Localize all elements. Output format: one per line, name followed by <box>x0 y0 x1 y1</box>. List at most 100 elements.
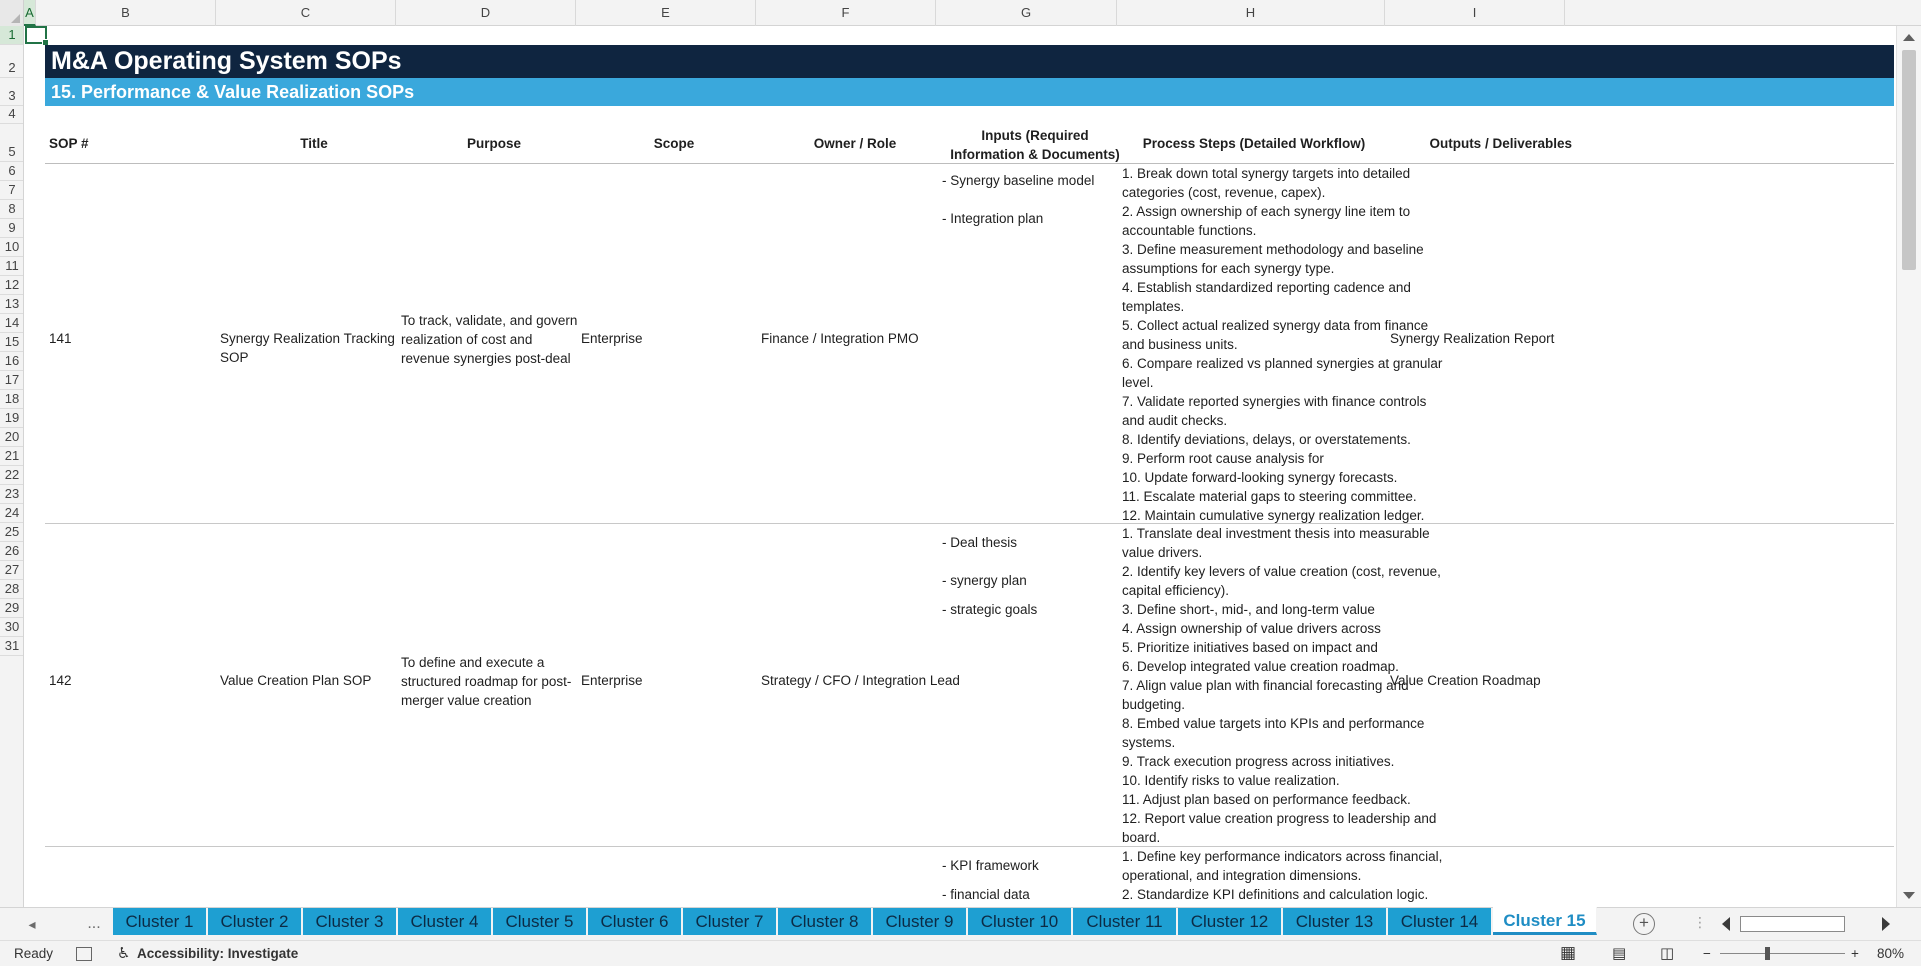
row-header-23[interactable]: 23 <box>0 485 23 504</box>
tab-splitter-icon[interactable]: ⋮ <box>1693 914 1707 931</box>
process-step: 9. Perform root cause analysis for <box>1122 451 1324 466</box>
zoom-slider-thumb[interactable] <box>1765 947 1770 960</box>
sop-owner: Finance / Integration PMO <box>761 331 919 346</box>
sheet-tab-cluster-3[interactable]: Cluster 3 <box>303 908 397 935</box>
row-header-9[interactable]: 9 <box>0 219 23 238</box>
header-sop-number: SOP # <box>49 136 89 151</box>
status-ready: Ready <box>14 946 54 961</box>
row-header-12[interactable]: 12 <box>0 276 23 295</box>
row-header-15[interactable]: 15 <box>0 333 23 352</box>
row-header-16[interactable]: 16 <box>0 352 23 371</box>
row-header-bar: 1 2 3 4 5 6 7 8 9 10 11 12 13 14 15 16 17 18 19 20 21 22 23 24 2… <box>0 26 24 907</box>
row-header-3[interactable]: 3 <box>0 78 23 106</box>
row-header-27[interactable]: 27 <box>0 561 23 580</box>
row-header-2[interactable]: 2 <box>0 45 23 78</box>
row-header-8[interactable]: 8 <box>0 200 23 219</box>
row-header-14[interactable]: 14 <box>0 314 23 333</box>
scroll-down-arrow-icon[interactable] <box>1903 892 1915 899</box>
sheet-title: M&A Operating System SOPs <box>45 45 1894 78</box>
process-step: 2. Assign ownership of each synergy line… <box>1122 204 1411 238</box>
page-break-view-icon[interactable]: ◫ <box>1660 944 1674 962</box>
sheet-tab-cluster-4[interactable]: Cluster 4 <box>398 908 492 935</box>
row-header-19[interactable]: 19 <box>0 409 23 428</box>
row-header-5[interactable]: 5 <box>0 124 23 162</box>
sheet-tab-cluster-13[interactable]: Cluster 13 <box>1283 908 1387 935</box>
add-sheet-button[interactable]: + <box>1633 913 1655 935</box>
sheet-tab-cluster-10[interactable]: Cluster 10 <box>968 908 1072 935</box>
horizontal-scrollbar[interactable] <box>1716 913 1896 935</box>
column-header-c[interactable]: C <box>216 0 396 26</box>
zoom-in-button[interactable]: + <box>1851 946 1859 961</box>
zoom-out-button[interactable]: − <box>1703 946 1711 961</box>
sheet-tab-cluster-6[interactable]: Cluster 6 <box>588 908 682 935</box>
process-step: 6. Compare realized vs planned synergies… <box>1122 356 1443 390</box>
row-header-30[interactable]: 30 <box>0 618 23 637</box>
column-header-h[interactable]: H <box>1117 0 1385 26</box>
row-header-18[interactable]: 18 <box>0 390 23 409</box>
sheet-tab-cluster-1[interactable]: Cluster 1 <box>113 908 207 935</box>
sop-purpose: To track, validate, and govern realizati… <box>401 313 578 366</box>
row-header-21[interactable]: 21 <box>0 447 23 466</box>
process-step: 12. Report value creation progress to le… <box>1122 811 1437 845</box>
sheet-tab-cluster-15[interactable]: Cluster 15 <box>1493 907 1597 935</box>
worksheet-grid[interactable]: M&A Operating System SOPs 15. Performanc… <box>25 26 1896 907</box>
header-owner: Owner / Role <box>813 136 897 151</box>
sheet-tab-cluster-5[interactable]: Cluster 5 <box>493 908 587 935</box>
row-header-1[interactable]: 1 <box>0 26 23 45</box>
column-header-e[interactable]: E <box>576 0 756 26</box>
row-header-20[interactable]: 20 <box>0 428 23 447</box>
sheet-tab-cluster-9[interactable]: Cluster 9 <box>873 908 967 935</box>
sheet-tab-cluster-8[interactable]: Cluster 8 <box>778 908 872 935</box>
accessibility-status[interactable]: Accessibility: Investigate <box>137 946 298 961</box>
row-header-28[interactable]: 28 <box>0 580 23 599</box>
section-subtitle: 15. Performance & Value Realization SOPs <box>45 78 1894 106</box>
row-header-10[interactable]: 10 <box>0 238 23 257</box>
scroll-right-arrow-icon[interactable] <box>1882 917 1890 931</box>
process-step: 2. Standardize KPI definitions and calcu… <box>1122 887 1429 902</box>
row-header-4[interactable]: 4 <box>0 106 23 124</box>
accessibility-icon[interactable]: ♿ <box>117 944 130 962</box>
header-purpose: Purpose <box>466 136 521 151</box>
row-header-6[interactable]: 6 <box>0 162 23 181</box>
sheet-tab-cluster-2[interactable]: Cluster 2 <box>208 908 302 935</box>
sop-input: - strategic goals <box>942 602 1038 617</box>
row-header-17[interactable]: 17 <box>0 371 23 390</box>
status-bar: Ready ♿ Accessibility: Investigate ▦ ▤ ◫… <box>0 940 1921 966</box>
row-header-25[interactable]: 25 <box>0 523 23 542</box>
horizontal-scroll-thumb[interactable] <box>1740 916 1845 932</box>
page-layout-view-icon[interactable]: ▤ <box>1612 944 1626 962</box>
column-header-f[interactable]: F <box>756 0 936 26</box>
select-all-button[interactable] <box>0 0 24 26</box>
row-header-24[interactable]: 24 <box>0 504 23 523</box>
column-header-b[interactable]: B <box>36 0 216 26</box>
sheet-tab-cluster-14[interactable]: Cluster 14 <box>1388 908 1492 935</box>
row-header-22[interactable]: 22 <box>0 466 23 485</box>
active-cell-a1[interactable] <box>25 26 49 46</box>
vertical-scroll-thumb[interactable] <box>1902 50 1916 270</box>
row-header-31[interactable]: 31 <box>0 637 23 656</box>
vertical-scrollbar[interactable] <box>1896 26 1921 907</box>
sheet-tab-cluster-12[interactable]: Cluster 12 <box>1178 908 1282 935</box>
tab-scroll-left-icon[interactable]: ◂ <box>22 914 42 934</box>
macro-recording-icon[interactable] <box>76 947 92 961</box>
header-title: Title <box>300 136 328 151</box>
sheet-tab-cluster-7[interactable]: Cluster 7 <box>683 908 777 935</box>
normal-view-icon[interactable]: ▦ <box>1560 943 1576 963</box>
sop-outputs: Value Creation Roadmap <box>1390 673 1541 688</box>
row-header-13[interactable]: 13 <box>0 295 23 314</box>
scroll-left-arrow-icon[interactable] <box>1722 917 1730 931</box>
column-header-i[interactable]: I <box>1385 0 1565 26</box>
zoom-level[interactable]: 80% <box>1877 946 1904 961</box>
row-header-26[interactable]: 26 <box>0 542 23 561</box>
row-header-7[interactable]: 7 <box>0 181 23 200</box>
zoom-slider[interactable] <box>1720 953 1845 954</box>
column-header-d[interactable]: D <box>396 0 576 26</box>
process-step: 11. Adjust plan based on performance fee… <box>1122 792 1411 807</box>
row-header-29[interactable]: 29 <box>0 599 23 618</box>
tab-overflow-button[interactable]: ... <box>84 914 104 934</box>
column-header-a[interactable]: A <box>24 0 36 26</box>
scroll-up-arrow-icon[interactable] <box>1903 34 1915 41</box>
sheet-tab-cluster-11[interactable]: Cluster 11 <box>1073 908 1177 935</box>
row-header-11[interactable]: 11 <box>0 257 23 276</box>
column-header-g[interactable]: G <box>936 0 1117 26</box>
